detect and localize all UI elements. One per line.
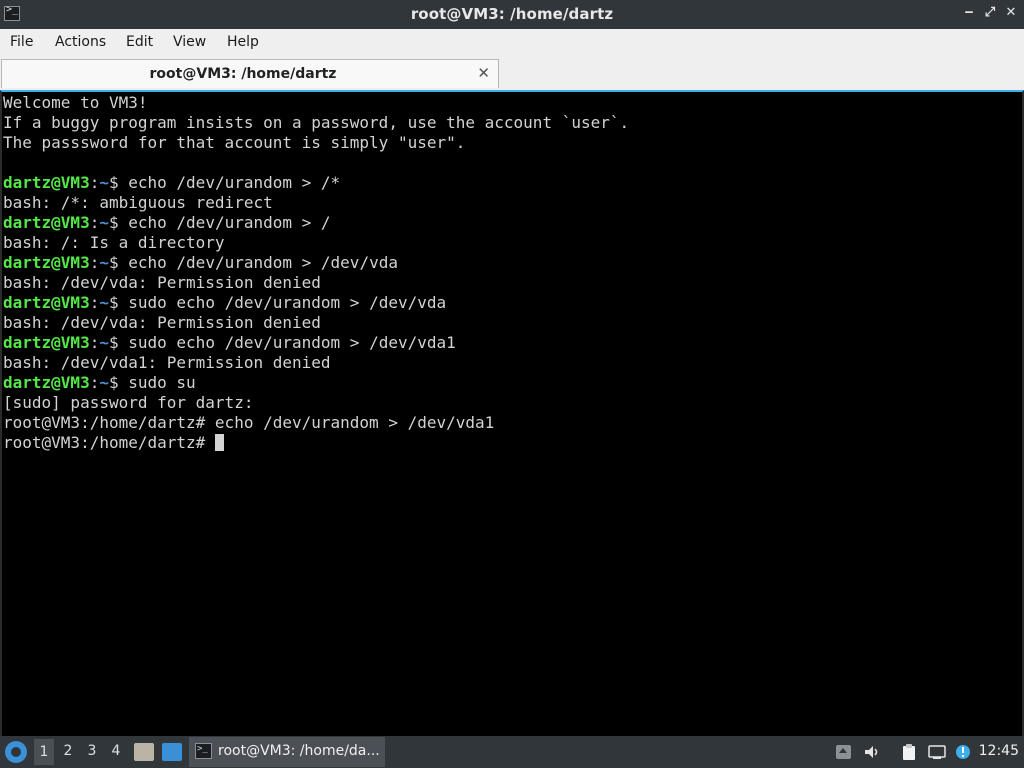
terminal-line: bash: /*: ambiguous redirect xyxy=(3,193,629,213)
notification-icon[interactable] xyxy=(954,743,972,761)
file-manager-icon[interactable] xyxy=(134,743,154,761)
prompt-sep: : xyxy=(89,173,100,192)
terminal-line: bash: /dev/vda1: Permission denied xyxy=(3,353,629,373)
window-titlebar[interactable]: >_ root@VM3: /home/dartz ‒ ⤢ ✕ xyxy=(0,0,1024,29)
workspace-3[interactable]: 3 xyxy=(82,743,102,759)
prompt-user: dartz@VM3 xyxy=(3,173,90,192)
command-text: sudo echo /dev/urandom > /dev/vda1 xyxy=(128,333,456,352)
prompt-path: ~ xyxy=(99,333,109,352)
tab-terminal[interactable]: root@VM3: /home/dartz ✕ xyxy=(1,59,499,88)
clock[interactable]: 12:45 xyxy=(979,743,1019,759)
terminal-output: Welcome to VM3! If a buggy program insist… xyxy=(3,93,629,453)
menu-help[interactable]: Help xyxy=(227,34,259,50)
output-text: bash: /dev/vda: Permission denied xyxy=(3,273,321,292)
terminal-line: dartz@VM3:~$ sudo echo /dev/urandom > /d… xyxy=(3,333,629,353)
maximize-icon[interactable]: ⤢ xyxy=(982,5,998,20)
terminal-line: Welcome to VM3! xyxy=(3,93,629,113)
terminal-line: dartz@VM3:~$ echo /dev/urandom > / xyxy=(3,213,629,233)
terminal-line: bash: /: Is a directory xyxy=(3,233,629,253)
command-text: sudo su xyxy=(128,373,196,392)
prompt-user: dartz@VM3 xyxy=(3,333,90,352)
terminal-line: dartz@VM3:~$ sudo su xyxy=(3,373,629,393)
prompt-symbol: $ xyxy=(108,253,129,272)
tab-bar: root@VM3: /home/dartz ✕ xyxy=(0,57,1024,90)
task-label: root@VM3: /home/da... xyxy=(218,743,380,759)
minimize-icon[interactable]: ‒ xyxy=(961,5,977,20)
taskbar-task-terminal[interactable]: >_ root@VM3: /home/da... xyxy=(189,737,385,767)
terminal-line: [sudo] password for dartz: xyxy=(3,393,629,413)
terminal-line: dartz@VM3:~$ echo /dev/urandom > /dev/vd… xyxy=(3,253,629,273)
prompt-path: ~ xyxy=(99,293,109,312)
prompt-user: dartz@VM3 xyxy=(3,253,90,272)
menu-file[interactable]: File xyxy=(10,34,33,50)
taskbar: 1 2 3 4 >_ root@VM3: /home/da... 12:45 xyxy=(0,736,1024,768)
tab-close-icon[interactable]: ✕ xyxy=(477,64,490,82)
prompt-symbol: $ xyxy=(108,173,129,192)
prompt-symbol: $ xyxy=(108,333,129,352)
output-text: The passsword for that account is simply… xyxy=(3,133,466,152)
volume-icon[interactable] xyxy=(863,743,881,761)
prompt-path: ~ xyxy=(99,173,109,192)
prompt-path: ~ xyxy=(99,213,109,232)
terminal-line: bash: /dev/vda: Permission denied xyxy=(3,313,629,333)
output-text: bash: /dev/vda: Permission denied xyxy=(3,313,321,332)
terminal-line: root@VM3:/home/dartz# xyxy=(3,433,629,453)
menu-actions[interactable]: Actions xyxy=(55,34,106,50)
terminal-line: bash: /dev/vda: Permission denied xyxy=(3,273,629,293)
terminal-line: dartz@VM3:~$ sudo echo /dev/urandom > /d… xyxy=(3,293,629,313)
command-text: echo /dev/urandom > /dev/vda xyxy=(128,253,398,272)
prompt-symbol: $ xyxy=(108,293,129,312)
output-text: bash: /dev/vda1: Permission denied xyxy=(3,353,331,372)
prompt-sep: : xyxy=(89,333,100,352)
tab-label: root@VM3: /home/dartz xyxy=(149,66,337,82)
output-text: root@VM3:/home/dartz# echo /dev/urandom … xyxy=(3,413,495,432)
workspace-1[interactable]: 1 xyxy=(34,739,54,765)
output-text: root@VM3:/home/dartz# xyxy=(3,433,215,452)
prompt-user: dartz@VM3 xyxy=(3,213,90,232)
output-text: If a buggy program insists on a password… xyxy=(3,113,630,132)
prompt-path: ~ xyxy=(99,253,109,272)
text-cursor xyxy=(214,434,224,451)
output-text: bash: /: Is a directory xyxy=(3,233,225,252)
terminal-line: The passsword for that account is simply… xyxy=(3,133,629,153)
terminal-view[interactable]: Welcome to VM3! If a buggy program insist… xyxy=(0,90,1024,736)
command-text: echo /dev/urandom > / xyxy=(128,213,331,232)
command-text: sudo echo /dev/urandom > /dev/vda xyxy=(128,293,447,312)
menu-edit[interactable]: Edit xyxy=(126,34,153,50)
update-notifier-icon[interactable] xyxy=(835,743,853,761)
window-title: root@VM3: /home/dartz xyxy=(410,5,614,23)
prompt-sep: : xyxy=(89,253,100,272)
prompt-user: dartz@VM3 xyxy=(3,293,90,312)
terminal-line: root@VM3:/home/dartz# echo /dev/urandom … xyxy=(3,413,629,433)
output-text: Welcome to VM3! xyxy=(3,93,148,112)
show-desktop-icon[interactable] xyxy=(162,743,182,761)
menu-bar: File Actions Edit View Help xyxy=(0,29,1024,57)
prompt-symbol: $ xyxy=(108,373,129,392)
prompt-sep: : xyxy=(89,373,100,392)
prompt-path: ~ xyxy=(99,373,109,392)
workspace-4[interactable]: 4 xyxy=(106,743,126,759)
output-text: bash: /*: ambiguous redirect xyxy=(3,193,273,212)
output-text: [sudo] password for dartz: xyxy=(3,393,254,412)
prompt-sep: : xyxy=(89,293,100,312)
prompt-symbol: $ xyxy=(108,213,129,232)
terminal-task-icon: >_ xyxy=(195,743,212,759)
clipboard-icon[interactable] xyxy=(900,743,918,761)
close-icon[interactable]: ✕ xyxy=(1003,5,1019,20)
prompt-user: dartz@VM3 xyxy=(3,373,90,392)
terminal-line: If a buggy program insists on a password… xyxy=(3,113,629,133)
menu-view[interactable]: View xyxy=(173,34,206,50)
start-menu-icon[interactable] xyxy=(5,741,27,763)
command-text: echo /dev/urandom > /* xyxy=(128,173,341,192)
terminal-line: dartz@VM3:~$ echo /dev/urandom > /* xyxy=(3,173,629,193)
network-icon[interactable] xyxy=(928,743,946,761)
prompt-sep: : xyxy=(89,213,100,232)
workspace-2[interactable]: 2 xyxy=(58,743,78,759)
